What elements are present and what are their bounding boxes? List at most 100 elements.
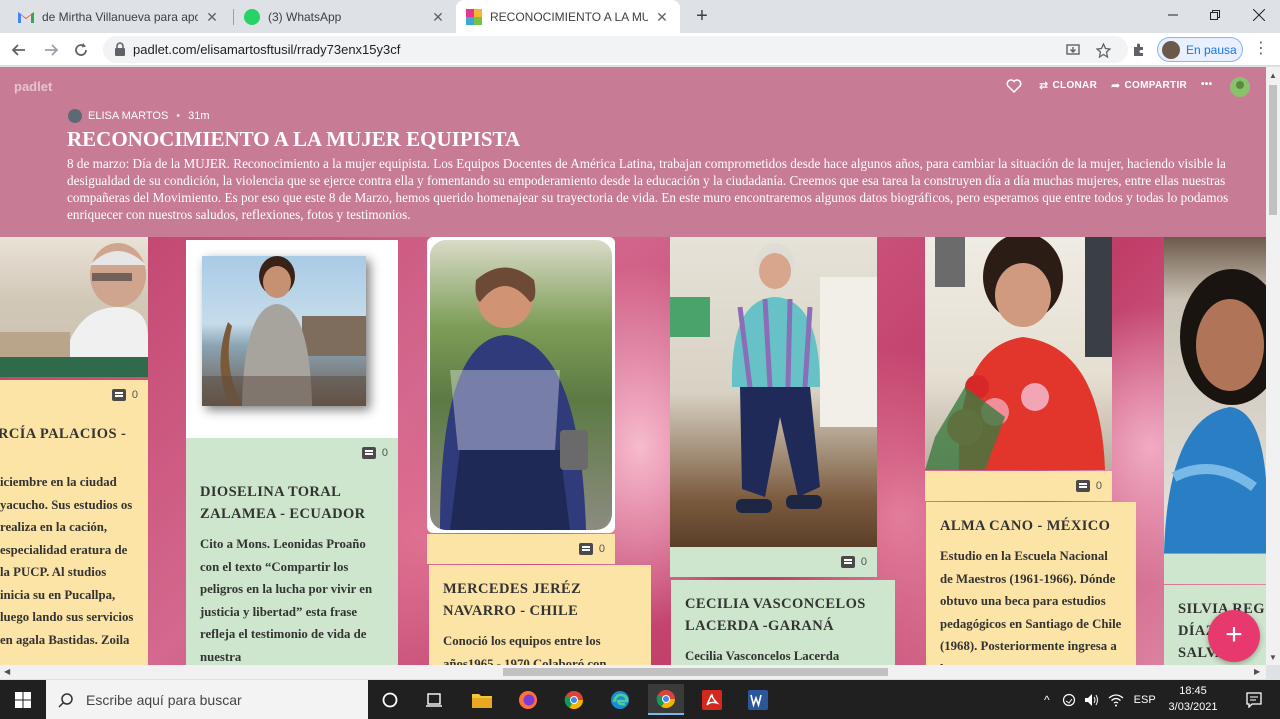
maximize-button[interactable] [1192, 0, 1238, 30]
add-post-button[interactable]: + [1208, 610, 1260, 662]
post-photo[interactable] [670, 237, 877, 547]
post-card[interactable]: RCÍA PALACIOS - iciembre en la ciudad ya… [0, 410, 148, 665]
new-tab-button[interactable]: + [690, 5, 714, 29]
avatar [1162, 40, 1180, 59]
install-icon[interactable] [1065, 42, 1081, 58]
word-icon [748, 689, 768, 710]
padlet-logo[interactable]: padlet [14, 79, 52, 94]
comment-count: 0 [1095, 480, 1102, 492]
chrome-button[interactable] [556, 684, 592, 715]
acrobat-button[interactable] [694, 684, 730, 715]
post-photo[interactable] [1164, 237, 1266, 553]
task-view-button[interactable] [416, 684, 452, 715]
post-body: Cecilia Vasconcelos Lacerda [685, 649, 840, 663]
start-button[interactable] [0, 680, 46, 719]
clock-date: 3/03/2021 [1168, 701, 1218, 713]
arrow-right-icon [45, 44, 59, 56]
post-card[interactable]: CECILIA VASCONCELOS LACERDA -GARANÁ Ceci… [671, 580, 895, 665]
post-card[interactable]: DIOSELINA TORAL ZALAMEA - ECUADOR Cito a… [186, 468, 398, 665]
scroll-right-icon[interactable]: ▶ [1254, 667, 1260, 676]
whatsapp-icon [244, 8, 260, 25]
post-card[interactable]: ALMA CANO - MÉXICO Estudio en la Escuela… [926, 502, 1136, 665]
horizontal-scrollbar[interactable]: ◀ ▶ [0, 665, 1266, 679]
notification-icon [1246, 691, 1262, 708]
extensions-puzzle-icon[interactable] [1131, 42, 1147, 58]
comment-count: 0 [598, 543, 605, 555]
scroll-thumb[interactable] [1269, 85, 1277, 215]
post-photo[interactable] [186, 240, 398, 438]
cortana-circle-icon [382, 692, 398, 707]
tab-whatsapp[interactable]: (3) WhatsApp ✕ [234, 0, 456, 33]
close-window-button[interactable] [1236, 0, 1280, 30]
file-explorer-button[interactable] [464, 684, 500, 715]
language-indicator[interactable]: ESP [1134, 694, 1156, 706]
comment-count: 0 [381, 447, 388, 459]
author-avatar [68, 109, 82, 123]
share-button[interactable]: ➦ COMPARTIR [1111, 79, 1187, 92]
clone-button[interactable]: ⇄ CLONAR [1039, 79, 1097, 92]
notifications-button[interactable] [1236, 684, 1272, 715]
forward-button[interactable] [38, 37, 64, 63]
post-title: ALMA CANO - MÉXICO [940, 518, 1111, 534]
comment-bar[interactable]: 0 [925, 471, 1112, 501]
heart-icon [1006, 79, 1022, 93]
taskbar-search-input[interactable]: Escribe aquí para buscar [46, 680, 368, 719]
post-photo[interactable] [0, 237, 148, 377]
restore-icon [1210, 10, 1220, 20]
minimize-icon [1168, 14, 1178, 16]
close-icon[interactable]: ✕ [204, 9, 220, 25]
post-time: 31m [188, 110, 210, 122]
avatar-icon [1230, 77, 1250, 97]
close-icon[interactable]: ✕ [430, 9, 446, 25]
word-button[interactable] [740, 684, 776, 715]
post-photo[interactable] [925, 237, 1112, 470]
firefox-icon [519, 690, 537, 709]
comment-bar[interactable]: 0 [427, 534, 615, 564]
chrome-menu-icon[interactable]: ⋮ [1252, 41, 1270, 59]
tab-gmail[interactable]: de Mirtha Villanueva para apoyo ✕ [8, 0, 230, 33]
chrome-active-button[interactable] [648, 684, 684, 715]
firefox-button[interactable] [510, 684, 546, 715]
close-icon[interactable]: ✕ [654, 9, 670, 25]
address-bar[interactable]: padlet.com/elisamartosftusil/rrady73enx1… [103, 36, 1128, 63]
post-photo[interactable] [427, 237, 615, 533]
scroll-left-icon[interactable]: ◀ [4, 667, 10, 676]
comment-bar[interactable]: 0 [186, 438, 398, 468]
scroll-thumb[interactable] [503, 668, 888, 676]
comment-bar[interactable]: 0 [670, 547, 877, 577]
search-icon [58, 692, 73, 708]
like-button[interactable] [1006, 79, 1022, 93]
volume-icon[interactable] [1084, 693, 1100, 707]
comment-bar[interactable]: 0 [0, 380, 148, 410]
post-title: CECILIA VASCONCELOS LACERDA -GARANÁ [685, 596, 866, 634]
scroll-up-icon[interactable]: ▲ [1269, 71, 1277, 80]
post-body: iciembre en la ciudad yacucho. Sus estud… [0, 475, 134, 647]
bookmark-star-icon[interactable] [1095, 42, 1111, 58]
photo-elderly-woman-icon [670, 243, 877, 513]
gmail-icon [18, 9, 34, 25]
tray-chevron-icon[interactable]: ^ [1044, 693, 1050, 707]
photo-woman-icon [202, 256, 366, 406]
meet-now-icon[interactable] [1062, 693, 1076, 707]
more-button[interactable]: ••• [1201, 79, 1212, 90]
tab-title: RECONOCIMIENTO A LA MUJER E [490, 9, 648, 24]
chrome-icon [656, 689, 675, 708]
photo-man-icon [0, 243, 148, 377]
clock-time: 18:45 [1179, 685, 1207, 697]
reload-button[interactable] [68, 37, 94, 63]
vertical-scrollbar[interactable]: ▲ ▼ [1266, 67, 1280, 665]
back-button[interactable] [6, 37, 32, 63]
share-arrow-icon: ➦ [1111, 80, 1121, 92]
taskbar-clock[interactable]: 18:45 3/03/2021 [1160, 683, 1226, 715]
edge-button[interactable] [602, 684, 638, 715]
minimize-button[interactable] [1150, 0, 1196, 30]
comment-icon [840, 556, 855, 568]
browser-toolbar: padlet.com/elisamartosftusil/rrady73enx1… [0, 33, 1280, 66]
wifi-icon[interactable] [1108, 693, 1124, 707]
profile-button[interactable]: En pausa [1157, 37, 1243, 62]
user-avatar[interactable] [1230, 77, 1250, 97]
cortana-button[interactable] [372, 684, 408, 715]
post-card[interactable]: MERCEDES JERÉZ NAVARRO - CHILE Conoció l… [429, 565, 651, 665]
scroll-down-icon[interactable]: ▼ [1269, 653, 1277, 662]
tab-padlet[interactable]: RECONOCIMIENTO A LA MUJER E ✕ [456, 0, 680, 33]
